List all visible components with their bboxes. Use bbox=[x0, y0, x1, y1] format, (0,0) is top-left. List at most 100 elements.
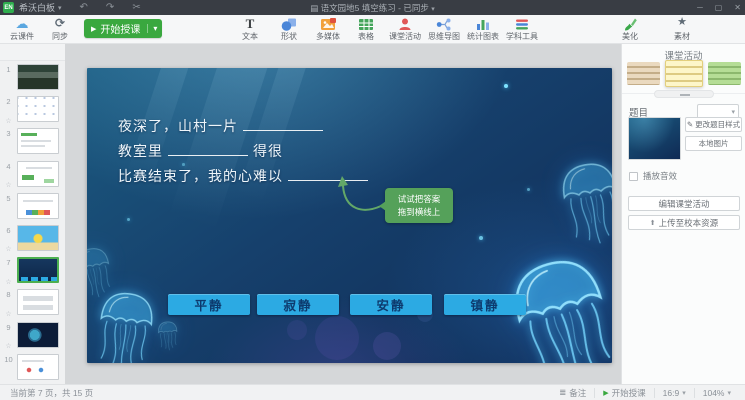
play-icon: ▶ bbox=[603, 389, 608, 397]
slide-thumb-10[interactable]: 10 bbox=[0, 354, 65, 384]
activity-template-1[interactable] bbox=[627, 62, 660, 85]
tool-assets[interactable]: ★ 素材 bbox=[662, 17, 702, 41]
aspect-ratio-select[interactable]: 16:9 ▾ bbox=[654, 388, 694, 398]
activity-star-icon: ☆ bbox=[0, 181, 17, 191]
question-line-2: 教室里得很 bbox=[118, 139, 373, 164]
tool-class-activity[interactable]: 课堂活动 bbox=[385, 17, 425, 41]
glow-dot bbox=[127, 218, 130, 221]
answer-chip-3[interactable]: 安静 bbox=[350, 294, 432, 315]
document-title: 语文园地5 填空练习 bbox=[321, 3, 396, 13]
activity-star-icon: ☆ bbox=[0, 342, 17, 352]
glow-dot bbox=[504, 84, 508, 88]
glow-dot bbox=[479, 236, 483, 240]
chart-icon bbox=[463, 17, 503, 32]
class-activity-panel: 课堂活动 题目 ▾ ✎ 更改题目样式 本地图片 播放音效 bbox=[621, 44, 745, 384]
stars-icon: ★ bbox=[662, 17, 702, 32]
subject-tools-icon bbox=[502, 17, 542, 32]
aspect-caret-icon: ▾ bbox=[682, 389, 686, 397]
tool-media[interactable]: 多媒体 bbox=[308, 17, 348, 41]
slide-background-preview[interactable] bbox=[628, 117, 681, 160]
slide-thumb-2[interactable]: 2☆ bbox=[0, 96, 65, 128]
notes-button[interactable]: ≣ 备注 bbox=[551, 388, 594, 398]
activity-star-icon: ☆ bbox=[0, 117, 17, 127]
jellyfish-tiny bbox=[156, 319, 180, 352]
shape-icon bbox=[269, 17, 309, 32]
slide-canvas[interactable]: 夜深了，山村一片 教室里得很 比赛结束了，我的心难以 试试把答案 拖到横线上 平… bbox=[87, 68, 612, 363]
app-logo-icon: EN bbox=[3, 2, 14, 13]
edit-activity-button[interactable]: 编辑课堂活动 bbox=[628, 196, 740, 211]
bokeh bbox=[287, 320, 307, 340]
play-sound-checkbox[interactable] bbox=[629, 172, 638, 181]
blank-drop-target-2[interactable] bbox=[168, 143, 248, 156]
answer-chip-1[interactable]: 平静 bbox=[168, 294, 250, 315]
upload-icon: ⬆ bbox=[650, 219, 656, 227]
scissors-icon[interactable]: ✂ bbox=[132, 2, 140, 13]
sync-button[interactable]: ⟳ 同步 bbox=[40, 17, 80, 41]
text-icon: T bbox=[230, 17, 270, 32]
activity-star-icon: ☆ bbox=[0, 245, 17, 255]
slide-thumb-4[interactable]: 4☆ bbox=[0, 161, 65, 193]
slide-thumb-9[interactable]: 9☆ bbox=[0, 322, 65, 354]
jellyfish-right-edge bbox=[554, 155, 612, 252]
app-window: EN 希沃白板 ▾ ↶ ↷ ✂ ▤ 语文园地5 填空练习 - 已同步 ▾ ─ ▢… bbox=[0, 0, 745, 400]
question-line-1: 夜深了，山村一片 bbox=[118, 114, 373, 139]
sync-icon: ⟳ bbox=[40, 17, 80, 32]
redo-icon[interactable]: ↷ bbox=[106, 2, 114, 13]
document-icon: ▤ bbox=[310, 3, 318, 13]
media-icon bbox=[308, 17, 348, 32]
change-style-button[interactable]: ✎ 更改题目样式 bbox=[685, 117, 742, 132]
bokeh bbox=[373, 332, 401, 360]
jellyfish-small-faint bbox=[87, 243, 117, 303]
upload-resource-button[interactable]: ⬆ 上传至校本资源 bbox=[628, 215, 740, 230]
present-button[interactable]: ▶ 开始授课 bbox=[594, 388, 653, 398]
answer-chip-4[interactable]: 镇静 bbox=[444, 294, 526, 315]
start-teaching-caret-icon[interactable]: ▾ bbox=[147, 24, 162, 33]
editing-canvas: 夜深了，山村一片 教室里得很 比赛结束了，我的心难以 试试把答案 拖到横线上 平… bbox=[65, 44, 621, 384]
play-sound-option: 播放音效 bbox=[629, 170, 677, 182]
activity-star-icon: ☆ bbox=[0, 310, 17, 320]
glow-dot bbox=[527, 188, 530, 191]
template-row bbox=[622, 60, 745, 87]
cloud-icon: ☁ bbox=[2, 17, 42, 32]
status-bar: 当前第 7 页，共 15 页 ≣ 备注 ▶ 开始授课 16:9 ▾ 104% ▾ bbox=[0, 384, 745, 400]
activity-star-icon: ☆ bbox=[0, 278, 17, 288]
app-menu-caret-icon[interactable]: ▾ bbox=[58, 4, 62, 12]
slide-thumb-1[interactable]: 1 bbox=[0, 64, 65, 96]
maximize-button[interactable]: ▢ bbox=[715, 3, 723, 12]
slide-thumb-3[interactable]: 3 bbox=[0, 128, 65, 160]
table-icon bbox=[346, 17, 386, 32]
slide-thumbnail-panel: 1 2☆ 3 4☆ 5 6☆ 7☆ 8☆ 9☆ 10 bbox=[0, 61, 65, 384]
tool-chart[interactable]: 统计图表 bbox=[463, 17, 503, 41]
bokeh bbox=[315, 316, 359, 360]
slide-thumb-5[interactable]: 5 bbox=[0, 193, 65, 225]
blank-drop-target-1[interactable] bbox=[243, 118, 323, 131]
tool-beautify[interactable]: 美化 bbox=[610, 17, 650, 41]
app-name[interactable]: 希沃白板 bbox=[19, 1, 55, 14]
pencil-icon: ✎ bbox=[687, 120, 693, 129]
tool-shape[interactable]: 形状 bbox=[269, 17, 309, 41]
slide-thumb-7-selected[interactable]: 7☆ bbox=[0, 257, 65, 289]
start-teaching-button[interactable]: ▶ 开始授课 ▾ bbox=[84, 19, 162, 38]
slide-thumb-6[interactable]: 6☆ bbox=[0, 225, 65, 257]
tool-subject-tools[interactable]: 学科工具 bbox=[502, 17, 542, 41]
tool-table[interactable]: 表格 bbox=[346, 17, 386, 41]
zoom-select[interactable]: 104% ▾ bbox=[694, 388, 739, 398]
close-button[interactable]: ✕ bbox=[734, 3, 741, 12]
minimize-button[interactable]: ─ bbox=[697, 3, 703, 12]
undo-icon[interactable]: ↶ bbox=[80, 2, 88, 13]
local-image-button[interactable]: 本地图片 bbox=[685, 136, 742, 151]
activity-template-3[interactable] bbox=[708, 62, 741, 85]
slide-thumb-8[interactable]: 8☆ bbox=[0, 289, 65, 321]
cloud-courseware-button[interactable]: ☁ 云课件 bbox=[2, 17, 42, 41]
class-activity-icon bbox=[385, 17, 425, 32]
doc-caret-icon[interactable]: ▾ bbox=[431, 6, 435, 13]
tool-mindmap[interactable]: 思维导图 bbox=[424, 17, 464, 41]
hint-bubble: 试试把答案 拖到横线上 bbox=[385, 188, 453, 223]
page-indicator: 当前第 7 页，共 15 页 bbox=[10, 387, 93, 399]
activity-template-2-selected[interactable] bbox=[665, 60, 703, 87]
mindmap-icon bbox=[424, 17, 464, 32]
tool-text[interactable]: T 文本 bbox=[230, 17, 270, 41]
question-select-caret-icon: ▾ bbox=[731, 108, 735, 116]
answer-chip-2[interactable]: 寂静 bbox=[257, 294, 339, 315]
template-pager-handle[interactable] bbox=[654, 90, 714, 98]
